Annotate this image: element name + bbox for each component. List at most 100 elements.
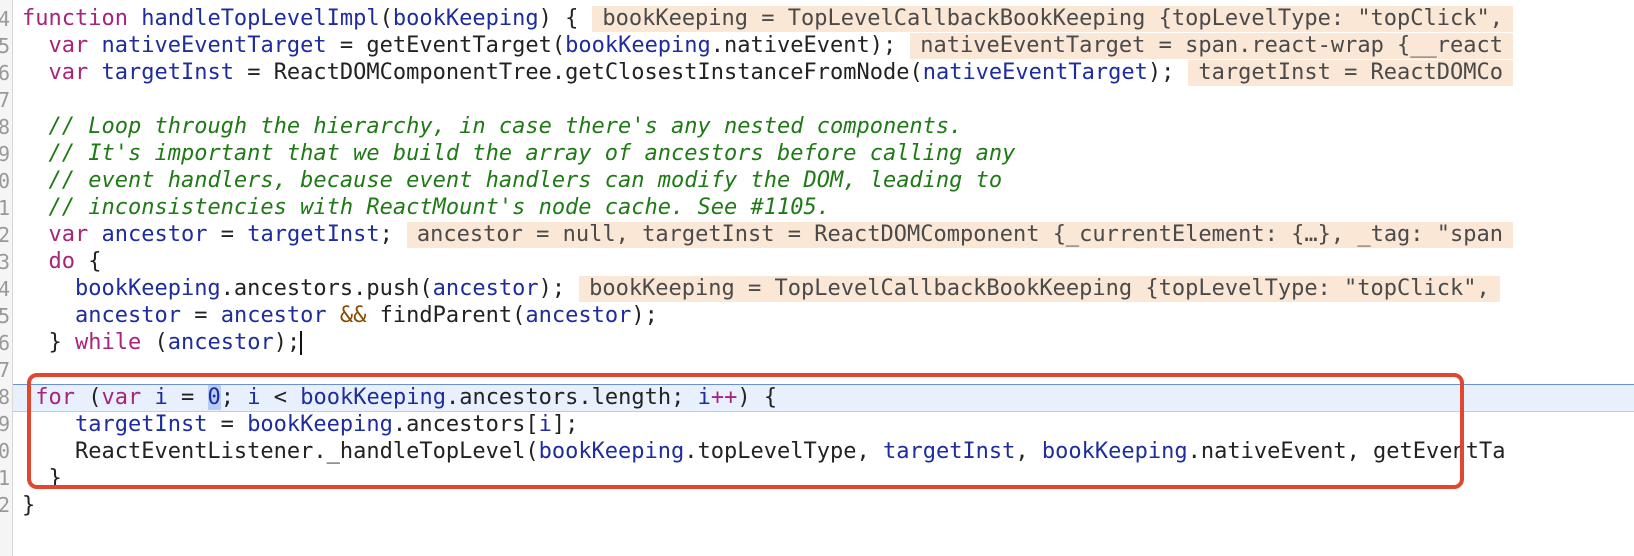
code-line[interactable]: ReactEventListener._handleTopLevel(bookK…: [22, 438, 1634, 466]
code-text: .topLevelType,: [684, 439, 883, 464]
comment: // Loop through the hierarchy, in case t…: [48, 114, 963, 139]
code-line[interactable]: function handleTopLevelImpl(bookKeeping)…: [22, 5, 1634, 33]
line-number[interactable]: 4: [0, 275, 10, 303]
variable: ancestor: [167, 330, 274, 355]
keyword: function: [22, 6, 128, 31]
line-number[interactable]: 7: [0, 356, 10, 384]
code-text: =: [180, 303, 221, 328]
code-text: .ancestors.push(: [220, 276, 433, 301]
inline-value-preview[interactable]: nativeEventTarget = span.react-wrap {__r…: [910, 33, 1514, 59]
code-line[interactable]: // event handlers, because event handler…: [22, 167, 1634, 195]
keyword: while: [75, 330, 142, 355]
code-text: );: [538, 276, 566, 301]
inline-value-preview[interactable]: ancestor = null, targetInst = ReactDOMCo…: [406, 222, 1514, 248]
variable: i: [154, 385, 168, 410]
variable: bookKeeping: [538, 439, 685, 464]
line-number[interactable]: 5: [0, 32, 10, 60]
code-text: );: [1147, 60, 1175, 85]
keyword: var: [48, 60, 89, 85]
code-line[interactable]: }: [22, 465, 1634, 493]
variable: i: [247, 385, 261, 410]
variable: targetInst: [247, 222, 380, 247]
code-text: (: [75, 385, 102, 410]
variable: nativeEventTarget: [101, 33, 327, 58]
code-text: =: [207, 222, 248, 247]
variable: ancestor: [74, 303, 181, 328]
code-text: }: [48, 330, 75, 355]
code-line[interactable]: do {: [22, 248, 1634, 276]
code-text: (: [141, 330, 168, 355]
code-text: <: [260, 385, 301, 410]
line-number[interactable]: 8: [0, 113, 10, 141]
operator: ++: [710, 385, 738, 410]
line-number[interactable]: 1: [0, 464, 10, 492]
code-text: ];: [551, 412, 579, 437]
line-number[interactable]: 1: [0, 194, 10, 222]
line-number[interactable]: 5: [0, 302, 10, 330]
variable: ancestor: [525, 303, 632, 328]
variable: ancestor: [101, 222, 208, 247]
variable: ancestor: [432, 276, 539, 301]
comment: // inconsistencies with ReactMount's nod…: [48, 195, 830, 220]
code-text: .nativeEvent, getEventTa: [1187, 439, 1506, 464]
code-text: );: [273, 330, 301, 355]
code-text: .ancestors.length;: [445, 385, 698, 410]
operator: &&: [339, 303, 367, 328]
param: bookKeeping: [392, 6, 539, 31]
keyword: do: [48, 249, 76, 274]
keyword: var: [48, 222, 89, 247]
variable: bookKeeping: [247, 412, 393, 437]
line-number[interactable]: 6: [0, 59, 10, 87]
variable: targetInst: [74, 412, 208, 437]
code-line[interactable]: targetInst = bookKeeping.ancestors[i];: [22, 411, 1634, 439]
line-number[interactable]: 0: [0, 437, 10, 465]
line-number[interactable]: 4: [0, 5, 10, 33]
code-line[interactable]: ancestor = ancestor && findParent(ancest…: [22, 302, 1634, 330]
line-number[interactable]: 8: [0, 383, 10, 411]
inline-value-preview[interactable]: bookKeeping = TopLevelCallbackBookKeepin…: [592, 6, 1514, 32]
line-number[interactable]: 7: [0, 86, 10, 114]
code-text: {: [75, 249, 102, 274]
variable: bookKeeping: [300, 385, 446, 410]
keyword: for: [35, 385, 75, 410]
line-number[interactable]: 3: [0, 248, 10, 276]
code-line[interactable]: // inconsistencies with ReactMount's nod…: [22, 194, 1634, 222]
code-text: }: [48, 466, 62, 491]
inline-value-preview[interactable]: targetInst = ReactDOMCo: [1188, 60, 1514, 86]
code-line[interactable]: bookKeeping.ancestors.push(ancestor); boo…: [22, 275, 1634, 303]
code-text: = ReactDOMComponentTree.getClosestInstan…: [233, 60, 923, 85]
code-line[interactable]: } while (ancestor);: [22, 329, 1634, 357]
code-text: ;: [379, 222, 393, 247]
variable: nativeEventTarget: [922, 60, 1148, 85]
line-number[interactable]: 9: [0, 140, 10, 168]
variable: i: [538, 412, 552, 437]
inline-value-preview[interactable]: bookKeeping = TopLevelCallbackBookKeepin…: [579, 276, 1500, 302]
line-number[interactable]: 6: [0, 329, 10, 357]
code-line[interactable]: }: [22, 492, 1634, 520]
code-text: .ancestors[: [392, 412, 539, 437]
line-number[interactable]: 0: [0, 167, 10, 195]
code-text: .nativeEvent);: [710, 33, 897, 58]
code-text: =: [167, 385, 208, 410]
variable: bookKeeping: [565, 33, 711, 58]
code-line[interactable]: var nativeEventTarget = getEventTarget(b…: [22, 32, 1634, 60]
code-line[interactable]: var targetInst = ReactDOMComponentTree.g…: [22, 59, 1634, 87]
variable: targetInst: [882, 439, 1016, 464]
code-text: = getEventTarget(: [326, 33, 566, 58]
current-line[interactable]: for (var i = 0; i < bookKeeping.ancestor…: [13, 384, 1634, 412]
code-line[interactable]: // It's important that we build the arra…: [22, 140, 1634, 168]
line-number[interactable]: 2: [0, 491, 10, 519]
code-text: ReactEventListener._handleTopLevel(: [74, 439, 539, 464]
code-text: findParent(: [366, 303, 526, 328]
code-line[interactable]: var ancestor = targetInst; ancestor = nul…: [22, 221, 1634, 249]
line-number[interactable]: 9: [0, 410, 10, 438]
code-text: ;: [220, 385, 248, 410]
code-text: );: [631, 303, 658, 328]
code-line[interactable]: // Loop through the hierarchy, in case t…: [22, 113, 1634, 141]
variable: targetInst: [101, 60, 234, 85]
code-text: }: [22, 493, 36, 518]
comment: // It's important that we build the arra…: [48, 141, 1016, 166]
variable: bookKeeping: [1041, 439, 1188, 464]
line-number[interactable]: 2: [0, 221, 10, 249]
number-literal: 0: [207, 385, 221, 410]
